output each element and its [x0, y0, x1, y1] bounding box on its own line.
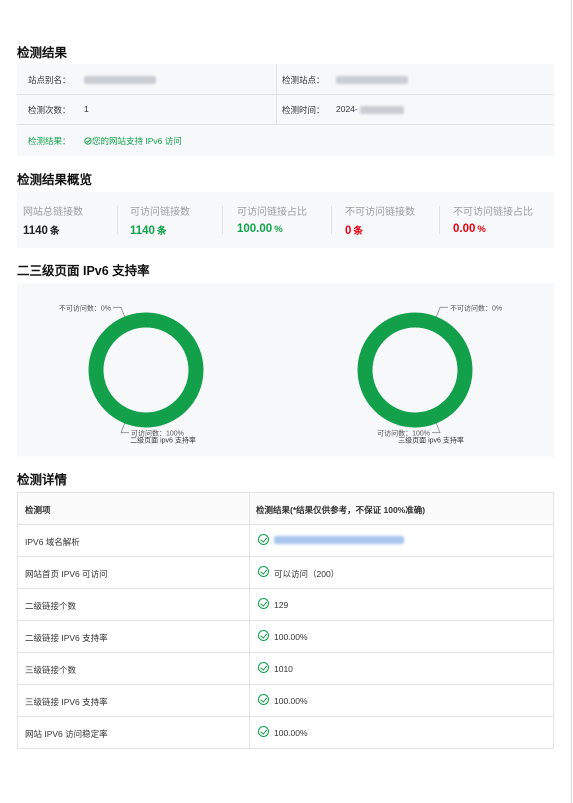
section-title-support-rate: 二三级页面 IPv6 支持率: [17, 264, 150, 278]
table-header-row: 检测项 检测结果(*结果仅供参考，不保证 100%准确): [18, 493, 553, 525]
table-cell-item: IPV6 域名解析: [25, 537, 80, 547]
table-cell-result: 100.00%: [249, 621, 555, 652]
section-title-details: 检测详情: [17, 473, 68, 487]
chart-title: 二级页面 ipv6 支持率: [130, 436, 196, 445]
table-header-item: 检测项: [25, 505, 51, 515]
table-row: 网站首页 IPV6 可访问 可以访问（200）: [18, 557, 553, 589]
table-header-result: 检测结果(*结果仅供参考，不保证 100%准确): [249, 493, 555, 524]
info-row-2: 检测次数： 1 检测时间： 2024-: [17, 94, 554, 124]
time-value: 2024-: [336, 104, 404, 114]
table-cell-result: 100.00%: [249, 717, 555, 748]
overview-separator: [222, 206, 223, 234]
slice-label-accessible: 可访问数：100%: [131, 429, 184, 438]
table-cell-result-text: 100.00%: [274, 632, 308, 642]
info-row-1: 站点别名： 检测站点：: [17, 64, 554, 94]
check-circle-icon: [258, 662, 269, 673]
support-rate-charts: 不可访问数：0% 可访问数：100% 二级页面 ipv6 支持率 不可访问数：0% 可访…: [17, 283, 554, 457]
check-circle-icon: [258, 726, 269, 737]
table-cell-item: 三级链接个数: [25, 665, 77, 675]
slice-label-inaccessible: 不可访问数：0%: [450, 303, 502, 312]
table-cell-result-text: 100.00%: [274, 696, 308, 706]
table-cell-item: 网站 IPV6 访问稳定率: [25, 729, 108, 739]
site-value-redacted: [336, 74, 408, 84]
time-label: 检测时间：: [282, 105, 325, 115]
overview-item-total: 网站总链接数 1140 条: [17, 192, 117, 248]
overview-value: 0.00%: [453, 223, 486, 235]
check-circle-icon: [258, 534, 269, 545]
donut-slice: [88, 312, 204, 428]
table-cell-result-text: 129: [274, 600, 289, 610]
table-cell-result-text: 100.00%: [274, 728, 308, 738]
detail-table: 检测项 检测结果(*结果仅供参考，不保证 100%准确) IPV6 域名解析网站…: [17, 492, 554, 749]
table-cell-item: 三级链接 IPV6 支持率: [25, 697, 108, 707]
overview-value: 0条: [345, 225, 363, 237]
result-value: 您的网站支持 IPv6 访问: [84, 135, 182, 147]
slice-label-accessible: 可访问数：100%: [377, 429, 430, 438]
overview-value: 1140 条: [23, 225, 60, 237]
overview-label: 不可访问链接占比: [453, 207, 533, 218]
table-cell-item: 网站首页 IPV6 可访问: [25, 569, 108, 579]
table-cell-item: 二级链接 IPV6 支持率: [25, 633, 108, 643]
table-cell-result: 129: [249, 589, 555, 620]
result-label: 检测结果：: [28, 136, 71, 146]
overview-value: 1140 条: [130, 225, 167, 237]
alias-label: 站点别名：: [28, 75, 71, 85]
table-cell-result: [249, 525, 555, 556]
donut-slice: [357, 312, 473, 428]
count-label: 检测次数：: [28, 105, 71, 115]
overview-panel: 网站总链接数 1140 条 可访问链接数 1140 条 可访问链接占比 100.00…: [17, 192, 554, 248]
overview-value: 100.00%: [237, 223, 283, 235]
overview-item-accessible: 可访问链接数 1140 条: [124, 192, 224, 248]
table-row: 三级链接个数 1010: [18, 653, 553, 685]
overview-separator: [331, 206, 332, 234]
check-circle-icon: [258, 566, 269, 577]
table-row: 三级链接 IPV6 支持率 100.00%: [18, 685, 553, 717]
label-leader-line: [435, 306, 449, 317]
table-cell-result: 可以访问（200）: [249, 557, 555, 588]
table-row: 网站 IPV6 访问稳定率 100.00%: [18, 717, 553, 748]
check-circle-icon: [84, 137, 92, 145]
redacted-value: [274, 536, 404, 544]
overview-label: 可访问链接数: [130, 207, 190, 218]
overview-separator: [439, 206, 440, 234]
page-right-border: [571, 0, 572, 803]
table-cell-result: 1010: [249, 653, 555, 684]
section-title-overview: 检测结果概览: [17, 173, 93, 187]
count-value: 1: [84, 104, 89, 114]
site-label: 检测站点：: [282, 75, 325, 85]
check-circle-icon: [258, 598, 269, 609]
info-panel: 站点别名： 检测站点： 检测次数： 1 检测时间： 2024- 检测结果： 您的…: [17, 64, 554, 156]
overview-label: 网站总链接数: [23, 207, 83, 218]
table-row: 二级链接个数 129: [18, 589, 553, 621]
overview-separator: [117, 206, 118, 234]
label-leader-line: [120, 423, 129, 434]
table-cell-result-text: 可以访问（200）: [274, 569, 340, 579]
table-row: 二级链接 IPV6 支持率 100.00%: [18, 621, 553, 653]
slice-label-inaccessible: 不可访问数：0%: [59, 303, 111, 312]
overview-label: 不可访问链接数: [345, 207, 415, 218]
info-row-result: 检测结果： 您的网站支持 IPv6 访问: [17, 125, 554, 155]
label-leader-line: [112, 306, 126, 317]
check-circle-icon: [258, 694, 269, 705]
check-circle-icon: [258, 630, 269, 641]
overview-item-accessible-ratio: 可访问链接占比 100.00%: [231, 192, 336, 248]
alias-value-redacted: [84, 74, 156, 84]
label-leader-line: [432, 423, 441, 434]
chart-title: 三级页面 ipv6 支持率: [398, 436, 464, 445]
overview-item-inaccessible-ratio: 不可访问链接占比 0.00%: [447, 192, 554, 248]
table-row: IPV6 域名解析: [18, 525, 553, 557]
table-cell-result: 100.00%: [249, 685, 555, 716]
table-cell-result-text: 1010: [274, 664, 293, 674]
overview-item-inaccessible: 不可访问链接数 0条: [339, 192, 444, 248]
section-title-result: 检测结果: [17, 46, 68, 60]
table-cell-item: 二级链接个数: [25, 601, 77, 611]
overview-label: 可访问链接占比: [237, 207, 307, 218]
donut-charts-svg: 不可访问数：0%可访问数：100%二级页面 ipv6 支持率不可访问数：0%可访…: [59, 303, 502, 445]
